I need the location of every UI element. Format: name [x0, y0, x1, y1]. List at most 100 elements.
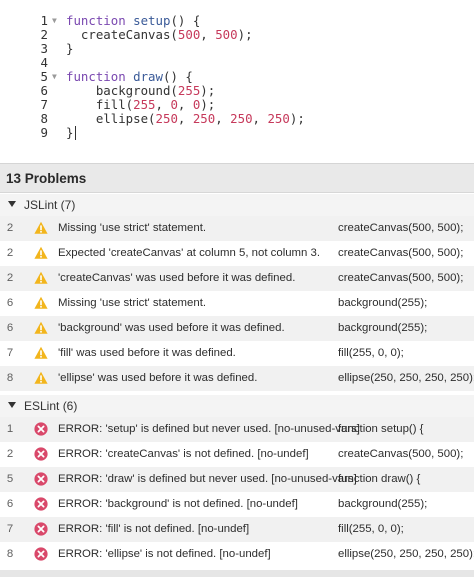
code-token: 500 [177, 27, 201, 42]
code-line[interactable]: 8 ellipse(250, 250, 250, 250); [0, 112, 474, 126]
code-editor[interactable]: 1 ▼ function setup() {2 createCanvas(500, … [0, 0, 474, 157]
code-token: 250 [267, 111, 290, 126]
problem-group-label: JSLint (7) [24, 198, 76, 212]
problem-line-number: 6 [6, 498, 14, 510]
problem-source: background(255); [338, 322, 428, 334]
problem-row[interactable]: 2 ERROR: 'createCanvas' is not defined. [… [0, 442, 474, 467]
code-line[interactable]: 1 ▼ function setup() { [0, 14, 474, 28]
code-token: 250 [230, 111, 253, 126]
code-text: fill(255, 0, 0); [66, 98, 215, 112]
code-token: setup [133, 13, 171, 28]
code-token: } [66, 125, 74, 140]
error-icon [34, 472, 48, 486]
warning-icon [34, 346, 48, 360]
code-line[interactable]: 2 createCanvas(500, 500); [0, 28, 474, 42]
code-token: , [155, 97, 171, 112]
code-line[interactable]: 9} [0, 126, 474, 140]
warning-icon [34, 321, 48, 335]
problem-group-header[interactable]: ESLint (6) [0, 395, 474, 417]
code-token: ellipse( [66, 111, 156, 126]
problem-row[interactable]: 6 Missing 'use strict' statement. backgrou… [0, 291, 474, 316]
problem-message: ERROR: 'createCanvas' is not defined. [n… [58, 448, 309, 460]
line-number: 2 [40, 27, 48, 42]
code-token: 255 [177, 83, 201, 98]
code-token: () { [170, 13, 201, 28]
problem-source: background(255); [338, 498, 428, 510]
code-line[interactable]: 6 background(255); [0, 84, 474, 98]
code-token: ); [200, 97, 216, 112]
problem-message: Missing 'use strict' statement. [58, 297, 207, 309]
text-cursor [75, 126, 77, 140]
problem-line-number: 1 [6, 423, 14, 435]
problem-message: ERROR: 'ellipse' is not defined. [no-und… [58, 548, 271, 560]
problem-source: ellipse(250, 250, 250, 250); [338, 548, 474, 560]
problem-message: 'background' was used before it was defi… [58, 322, 285, 334]
problem-row[interactable]: 2 Missing 'use strict' statement. createCa… [0, 216, 474, 241]
problem-row[interactable]: 2 'createCanvas' was used before it was d… [0, 266, 474, 291]
line-number: 1 [40, 13, 48, 28]
code-line[interactable]: 7 fill(255, 0, 0); [0, 98, 474, 112]
caret-down-icon[interactable] [8, 402, 16, 408]
problem-row[interactable]: 2 Expected 'createCanvas' at column 5, no… [0, 241, 474, 266]
problem-message: 'createCanvas' was used before it was de… [58, 272, 296, 284]
code-text: function draw() { [66, 70, 193, 84]
problem-row[interactable]: 1 ERROR: 'setup' is defined but never use… [0, 417, 474, 442]
code-token: fill( [66, 97, 134, 112]
warning-icon [34, 221, 48, 235]
code-text: background(255); [66, 84, 215, 98]
problem-row[interactable]: 8 ERROR: 'ellipse' is not defined. [no-un… [0, 542, 474, 567]
problem-row[interactable]: 8 'ellipse' was used before it was define… [0, 366, 474, 391]
problems-panel-header: 13 Problems [0, 163, 474, 193]
bottom-scroll-bar[interactable] [0, 570, 474, 577]
code-token: , [200, 27, 216, 42]
problem-line-number: 2 [6, 272, 14, 284]
code-token: , [177, 111, 193, 126]
code-token: function [66, 69, 134, 84]
problem-message: ERROR: 'setup' is defined but never used… [58, 423, 360, 435]
problem-source: ellipse(250, 250, 250, 250); [338, 372, 474, 384]
problem-group-header[interactable]: JSLint (7) [0, 194, 474, 216]
code-line[interactable]: 4 [0, 56, 474, 70]
problem-line-number: 6 [6, 322, 14, 334]
problem-source: function draw() { [338, 473, 421, 485]
line-number: 8 [40, 111, 48, 126]
problem-message: ERROR: 'fill' is not defined. [no-undef] [58, 523, 250, 535]
error-icon [34, 422, 48, 436]
problem-row[interactable]: 6 'background' was used before it was def… [0, 316, 474, 341]
code-text: createCanvas(500, 500); [66, 28, 253, 42]
code-token: ); [200, 83, 216, 98]
fold-arrow-icon[interactable]: ▼ [52, 70, 57, 84]
error-icon [34, 447, 48, 461]
problem-message: ERROR: 'draw' is defined but never used.… [58, 473, 357, 485]
code-text: } [66, 125, 77, 140]
code-token: 255 [133, 97, 156, 112]
caret-down-icon[interactable] [8, 201, 16, 207]
warning-icon [34, 296, 48, 310]
problem-message: Missing 'use strict' statement. [58, 222, 207, 234]
problem-row[interactable]: 7 'fill' was used before it was defined. f… [0, 341, 474, 366]
line-number: 6 [40, 83, 48, 98]
code-token: 0 [170, 97, 178, 112]
problem-message: 'ellipse' was used before it was defined… [58, 372, 258, 384]
problem-line-number: 7 [6, 523, 14, 535]
code-token: , [215, 111, 231, 126]
fold-arrow-icon[interactable]: ▼ [52, 14, 57, 28]
problem-row[interactable]: 6 ERROR: 'background' is not defined. [no… [0, 492, 474, 517]
problem-source: createCanvas(500, 500); [338, 247, 464, 259]
problem-source: createCanvas(500, 500); [338, 272, 464, 284]
code-line[interactable]: 3} [0, 42, 474, 56]
code-line[interactable]: 5 ▼ function draw() { [0, 70, 474, 84]
line-number: 5 [40, 69, 48, 84]
code-token: function [66, 13, 134, 28]
problem-message: Expected 'createCanvas' at column 5, not… [58, 247, 321, 259]
problem-source: createCanvas(500, 500); [338, 448, 464, 460]
problem-row[interactable]: 7 ERROR: 'fill' is not defined. [no-undef… [0, 517, 474, 542]
code-text: } [66, 42, 73, 56]
problem-row[interactable]: 5 ERROR: 'draw' is defined but never used… [0, 467, 474, 492]
problem-line-number: 8 [6, 372, 14, 384]
code-token: ); [289, 111, 305, 126]
code-token: } [66, 41, 74, 56]
warning-icon [34, 371, 48, 385]
problems-title: 13 Problems [6, 171, 87, 186]
error-icon [34, 497, 48, 511]
